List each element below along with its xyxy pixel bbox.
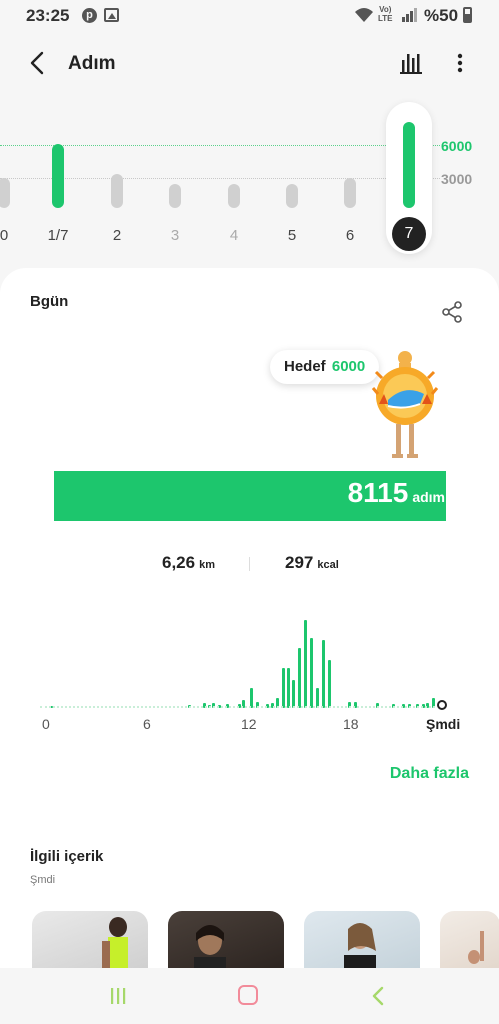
y-label-goal: 6000 xyxy=(441,138,473,154)
pinterest-icon: p xyxy=(82,8,97,23)
day-label-6[interactable]: 6 xyxy=(335,227,365,244)
calories-kpi: 297 kcal xyxy=(285,553,339,573)
x-label-18: 18 xyxy=(343,716,359,732)
page-title: Adım xyxy=(68,53,116,74)
week-bar-6[interactable] xyxy=(344,177,356,208)
day-label-4[interactable]: 4 xyxy=(219,227,249,244)
hourly-baseline xyxy=(40,706,435,708)
share-icon[interactable] xyxy=(440,300,464,324)
mid-line xyxy=(0,178,440,179)
day-label-7[interactable]: 7 xyxy=(392,217,426,251)
kpi-divider xyxy=(249,557,250,571)
app-bar: Adım xyxy=(0,40,499,86)
related-subtitle: Şmdi xyxy=(30,874,56,886)
steps-unit: adım xyxy=(412,489,445,505)
week-bar-2[interactable] xyxy=(111,173,123,208)
week-bar-7[interactable] xyxy=(403,122,415,208)
volte-indicator: Vo) LTE xyxy=(378,5,393,23)
x-label-6: 6 xyxy=(143,716,151,732)
calories-value: 297 xyxy=(285,553,314,572)
x-label-12: 12 xyxy=(241,716,257,732)
hourly-bar xyxy=(304,620,307,708)
distance-unit: km xyxy=(199,559,215,571)
hourly-bar xyxy=(298,648,301,708)
distance-kpi: 6,26 km xyxy=(162,553,215,573)
wifi-icon xyxy=(355,8,373,22)
x-label-0: 0 xyxy=(42,716,50,732)
related-title: İlgili içerik xyxy=(30,848,104,865)
week-bar-3[interactable] xyxy=(169,184,181,208)
goal-line xyxy=(0,145,440,146)
battery-icon xyxy=(463,7,472,23)
hourly-bar xyxy=(282,668,285,708)
day-label-5[interactable]: 5 xyxy=(277,227,307,244)
hourly-bar xyxy=(316,688,319,708)
recent-apps-icon[interactable] xyxy=(108,986,128,1006)
weekly-steps-chart: 6000 3000 0 1/7 2 3 4 5 6 7 xyxy=(0,100,499,265)
steps-count: 8115 adım xyxy=(348,477,445,509)
signal-icon xyxy=(402,8,417,22)
week-bar-1[interactable] xyxy=(52,143,64,208)
status-bar: 23:25 p Vo) LTE %50 xyxy=(0,0,499,32)
hourly-bar xyxy=(292,680,295,708)
mascot-illustration xyxy=(371,351,439,458)
goal-label: Hedef xyxy=(284,358,326,375)
day-label-0[interactable]: 0 xyxy=(0,227,19,244)
related-thumbnail-4[interactable] xyxy=(440,911,499,971)
more-vert-icon[interactable] xyxy=(450,50,470,76)
related-thumbnail-3[interactable] xyxy=(304,911,420,971)
home-icon[interactable] xyxy=(238,985,258,1005)
y-label-mid: 3000 xyxy=(441,171,473,187)
hourly-bar xyxy=(250,688,253,708)
more-link[interactable]: Daha fazla xyxy=(390,765,469,783)
week-bar-0[interactable] xyxy=(0,177,10,208)
hourly-steps-chart xyxy=(40,608,450,708)
navigation-bar xyxy=(0,968,499,1024)
day-label-1[interactable]: 1/7 xyxy=(43,227,73,244)
related-thumbnail-1[interactable] xyxy=(32,911,148,971)
goal-bubble: Hedef 6000 xyxy=(270,350,380,384)
day-label-2[interactable]: 2 xyxy=(102,227,132,244)
week-bar-5[interactable] xyxy=(286,184,298,208)
status-time: 23:25 xyxy=(26,6,70,25)
battery-percent: %50 xyxy=(424,6,459,25)
today-card: Bgün Hedef 6000 8115 adım 6,26 km 297 kcal … xyxy=(0,268,499,971)
week-bar-4[interactable] xyxy=(228,184,240,208)
day-label-3[interactable]: 3 xyxy=(160,227,190,244)
card-title: Bgün xyxy=(30,293,69,310)
nav-back-icon[interactable] xyxy=(370,985,386,1007)
back-arrow-icon[interactable] xyxy=(26,50,50,76)
steps-value: 8115 xyxy=(347,477,409,508)
hourly-bar xyxy=(310,638,313,708)
now-marker xyxy=(437,700,447,710)
x-label-now: Şmdi xyxy=(426,716,461,732)
hourly-bar xyxy=(287,668,290,708)
goal-value: 6000 xyxy=(331,358,366,375)
bar-chart-icon[interactable] xyxy=(398,50,426,76)
hourly-bar xyxy=(328,660,331,708)
calories-unit: kcal xyxy=(317,559,339,571)
hourly-bar xyxy=(322,640,325,708)
distance-value: 6,26 xyxy=(162,553,196,572)
gallery-icon xyxy=(104,8,119,22)
related-thumbnail-2[interactable] xyxy=(168,911,284,971)
